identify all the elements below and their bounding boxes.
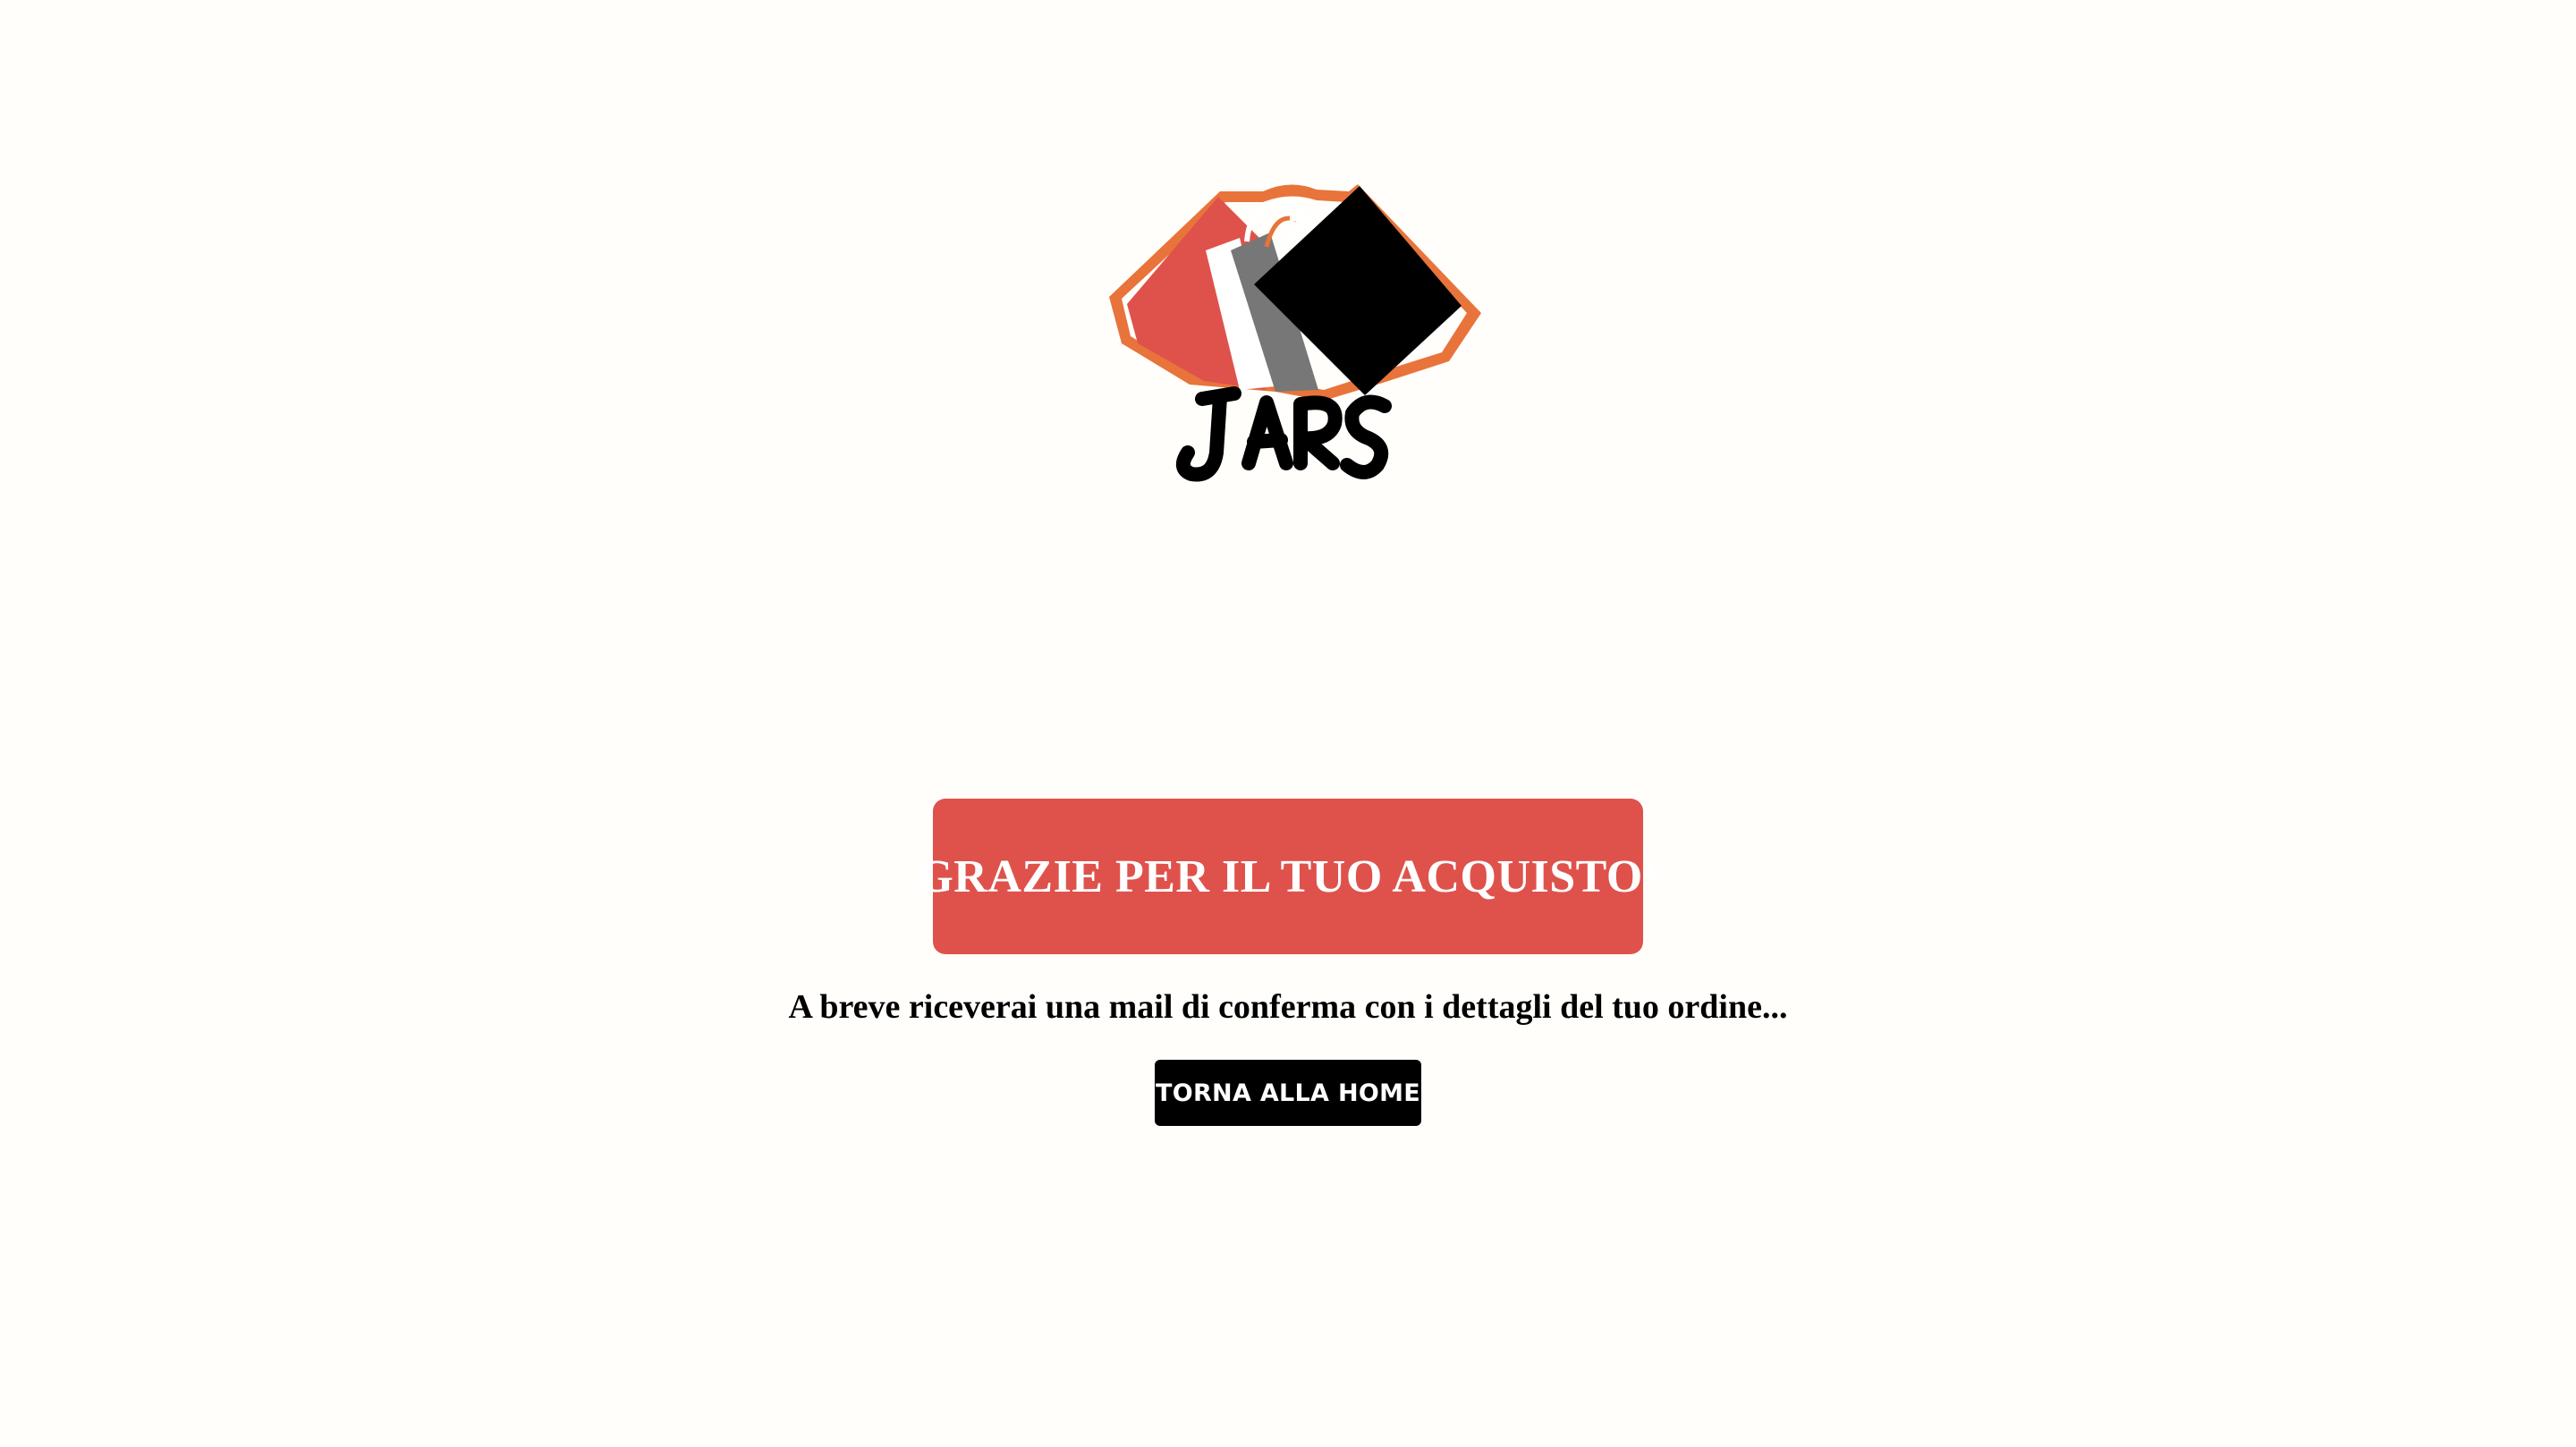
back-to-home-button[interactable]: TORNA ALLA HOME [1155, 1060, 1421, 1126]
confirmation-message: A breve riceverai una mail di conferma c… [788, 988, 1788, 1026]
thanks-title: GRAZIE PER IL TUO ACQUISTO! [917, 850, 1659, 902]
thanks-banner: GRAZIE PER IL TUO ACQUISTO! [917, 799, 1658, 954]
jars-logo [1106, 179, 1485, 490]
